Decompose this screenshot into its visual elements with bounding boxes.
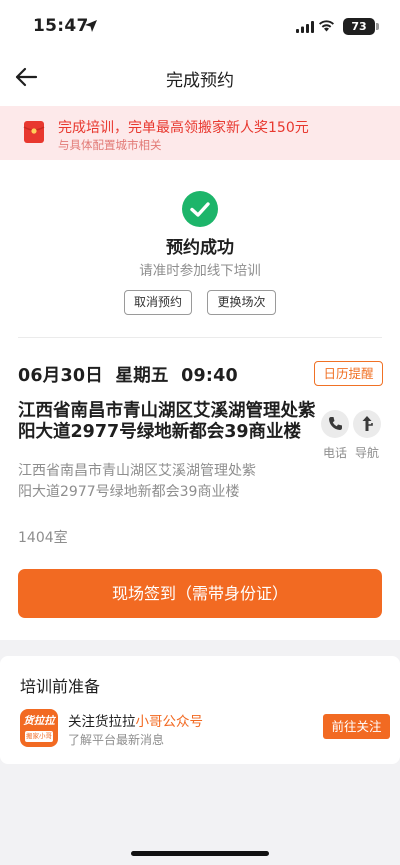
follow-title: 关注货拉拉小哥公众号 xyxy=(68,710,203,730)
navigation-arrow-icon xyxy=(362,416,373,431)
phone-button[interactable] xyxy=(321,410,349,438)
battery-tip xyxy=(376,23,379,30)
address-detail: 江西省南昌市青山湖区艾溪湖管理处紫阳大道2977号绿地新都会39商业楼 xyxy=(18,463,256,500)
follow-title-highlight: 小哥公众号 xyxy=(135,714,204,730)
preparation-title: 培训前准备 xyxy=(20,677,101,696)
home-indicator xyxy=(131,851,269,856)
banner-subtitle: 与具体配置城市相关 xyxy=(58,138,162,152)
success-check-icon xyxy=(182,191,218,227)
navigate-label: 导航 xyxy=(354,446,379,460)
navigate-button[interactable] xyxy=(353,410,381,438)
logo-subtext: 搬家小哥 xyxy=(25,731,53,742)
follow-subtitle: 了解平台最新消息 xyxy=(68,733,165,747)
cellular-signal-icon xyxy=(296,21,314,33)
location-arrow-icon xyxy=(85,20,97,32)
huolala-logo: 货拉拉 搬家小哥 xyxy=(20,709,58,747)
success-subtitle: 请准时参加线下培训 xyxy=(139,263,261,279)
change-session-button[interactable]: 更换场次 xyxy=(207,290,276,315)
follow-title-prefix: 关注货拉拉 xyxy=(68,714,136,730)
calendar-reminder-button[interactable]: 日历提醒 xyxy=(314,361,383,386)
battery-indicator: 73 xyxy=(343,18,375,35)
success-title: 预约成功 xyxy=(166,238,234,258)
follow-button[interactable]: 前往关注 xyxy=(323,714,390,739)
banner-title: 完成培训，完单最高领搬家新人奖150元 xyxy=(58,120,309,136)
red-packet-icon xyxy=(23,121,45,143)
room-number: 1404室 xyxy=(18,530,68,546)
phone-icon xyxy=(329,417,342,430)
wifi-icon xyxy=(319,20,334,32)
arrow-left-icon[interactable] xyxy=(14,66,38,88)
page-title: 完成预约 xyxy=(166,71,234,91)
cancel-booking-button[interactable]: 取消预约 xyxy=(124,290,192,315)
status-time: 15:47 xyxy=(33,16,89,36)
onsite-signin-button[interactable]: 现场签到（需带身份证） xyxy=(18,569,382,618)
appointment-datetime: 06月30日 星期五 09:40 xyxy=(18,366,238,386)
logo-text: 货拉拉 xyxy=(23,715,55,727)
address-title: 江西省南昌市青山湖区艾溪湖管理处紫阳大道2977号绿地新都会39商业楼 xyxy=(18,401,316,442)
divider xyxy=(18,337,382,338)
check-icon xyxy=(190,202,210,217)
status-bar: 15:47 73 xyxy=(0,0,400,54)
